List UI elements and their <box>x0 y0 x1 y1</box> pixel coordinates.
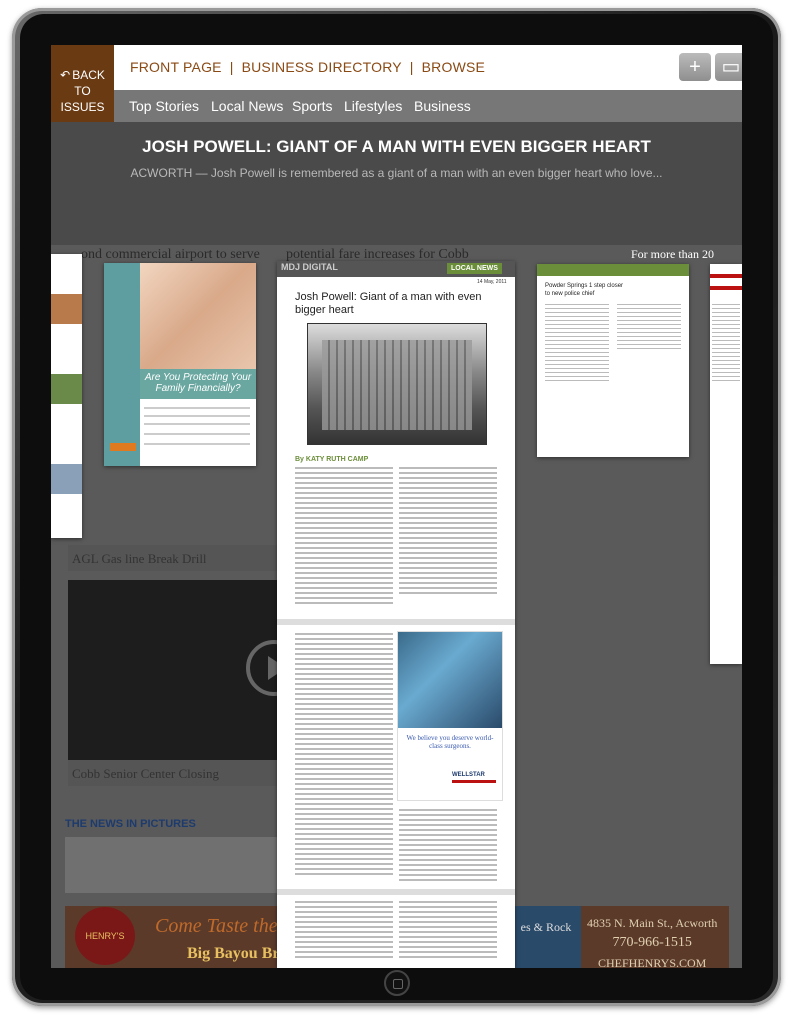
bg-text-1: ond commercial airport to serve <box>81 247 260 262</box>
tab-sports[interactable]: Sports <box>292 98 332 114</box>
page-thumb-left-edge[interactable] <box>51 254 82 538</box>
tab-business[interactable]: Business <box>414 98 471 114</box>
banner-logo: HENRY'S <box>75 907 135 965</box>
ad-cta-button <box>110 443 136 451</box>
ad-title: Are You Protecting Your Family Financial… <box>140 369 256 399</box>
back-sub-label: TO ISSUES <box>60 84 105 114</box>
back-to-issues-button[interactable]: ↶ BACK TO ISSUES <box>51 45 114 122</box>
article-photo <box>307 323 487 445</box>
article-column-5 <box>295 901 393 961</box>
nav-separator: | <box>409 59 414 75</box>
banner-mid: es & Rock <box>511 906 581 968</box>
article-masthead: MDJ DIGITAL LOCAL NEWS <box>277 261 515 277</box>
story-headline[interactable]: JOSH POWELL: GIANT OF A MAN WITH EVEN BI… <box>51 137 742 157</box>
article-title: Josh Powell: Giant of a man with even bi… <box>295 291 482 316</box>
page-thumb-insurance-ad[interactable]: Are You Protecting Your Family Financial… <box>104 263 256 466</box>
page-divider <box>277 619 515 625</box>
ad-sidebar <box>104 263 140 466</box>
ad-family-photo <box>140 263 256 369</box>
story-teaser[interactable]: ACWORTH — Josh Powell is remembered as a… <box>51 166 742 180</box>
video-caption-2[interactable]: Cobb Senior Center Closing <box>68 760 288 786</box>
right-page-masthead <box>537 264 689 276</box>
breadcrumb: FRONT PAGE | BUSINESS DIRECTORY | BROWSE <box>130 59 485 75</box>
article-wellstar-ad[interactable]: We believe you deserve world-class surge… <box>397 631 503 801</box>
banner-address: 4835 N. Main St., Acworth <box>587 916 718 930</box>
section-badge: LOCAL NEWS <box>447 263 502 274</box>
section-tabs: Top Stories Local News Sports Lifestyles… <box>114 90 742 122</box>
article-date: 14 May, 2011 <box>477 279 507 285</box>
article-column-4 <box>399 809 497 884</box>
masthead-logo: MDJ DIGITAL <box>281 262 338 272</box>
tab-local-news[interactable]: Local News <box>211 98 283 114</box>
tab-top-stories[interactable]: Top Stories <box>129 98 199 114</box>
app-screen: ond commercial airport to serve potentia… <box>51 45 742 968</box>
ad-slogan: We believe you deserve world-class surge… <box>406 734 494 750</box>
news-in-pictures-label: THE NEWS IN PICTURES <box>65 818 196 830</box>
video-caption-1[interactable]: AGL Gas line Break Drill <box>68 545 288 571</box>
news-pictures-strip[interactable] <box>65 837 285 893</box>
page-article-josh-powell[interactable]: MDJ DIGITAL LOCAL NEWS 14 May, 2011 Josh… <box>277 261 515 968</box>
banner-web: CHEFHENRYS.COM <box>597 956 707 968</box>
banner-phone: 770-966-1515 <box>612 935 692 950</box>
article-column-3 <box>295 633 393 878</box>
page-thumb-right-edge[interactable] <box>710 264 742 664</box>
right-page-title: Powder Springs 1 step closer to new poli… <box>545 283 624 297</box>
page-thumb-police-chief[interactable]: Powder Springs 1 step closer to new poli… <box>537 264 689 457</box>
nav-business-directory[interactable]: BUSINESS DIRECTORY <box>242 59 402 75</box>
nav-browse[interactable]: BROWSE <box>422 59 485 75</box>
back-arrow-icon: ↶ <box>60 68 71 82</box>
ad-brand: WELLSTAR <box>452 772 485 778</box>
nav-front-page[interactable]: FRONT PAGE <box>130 59 222 75</box>
page-divider <box>277 889 515 895</box>
top-nav: FRONT PAGE | BUSINESS DIRECTORY | BROWSE + ▭… <box>114 45 742 90</box>
article-column-1 <box>295 467 393 607</box>
bookmarks-icon[interactable]: ▭ <box>715 53 742 81</box>
tab-lifestyles[interactable]: Lifestyles <box>344 98 402 114</box>
nav-separator: | <box>229 59 234 75</box>
banner-contact: 4835 N. Main St., Acworth 770-966-1515 C… <box>587 913 717 968</box>
surgeon-photo <box>398 632 502 728</box>
article-column-6 <box>399 901 497 961</box>
home-button[interactable] <box>384 970 410 996</box>
article-byline: By KATY RUTH CAMP <box>295 456 369 463</box>
article-column-2 <box>399 467 497 597</box>
add-icon[interactable]: + <box>679 53 711 81</box>
back-label: BACK <box>72 68 105 82</box>
